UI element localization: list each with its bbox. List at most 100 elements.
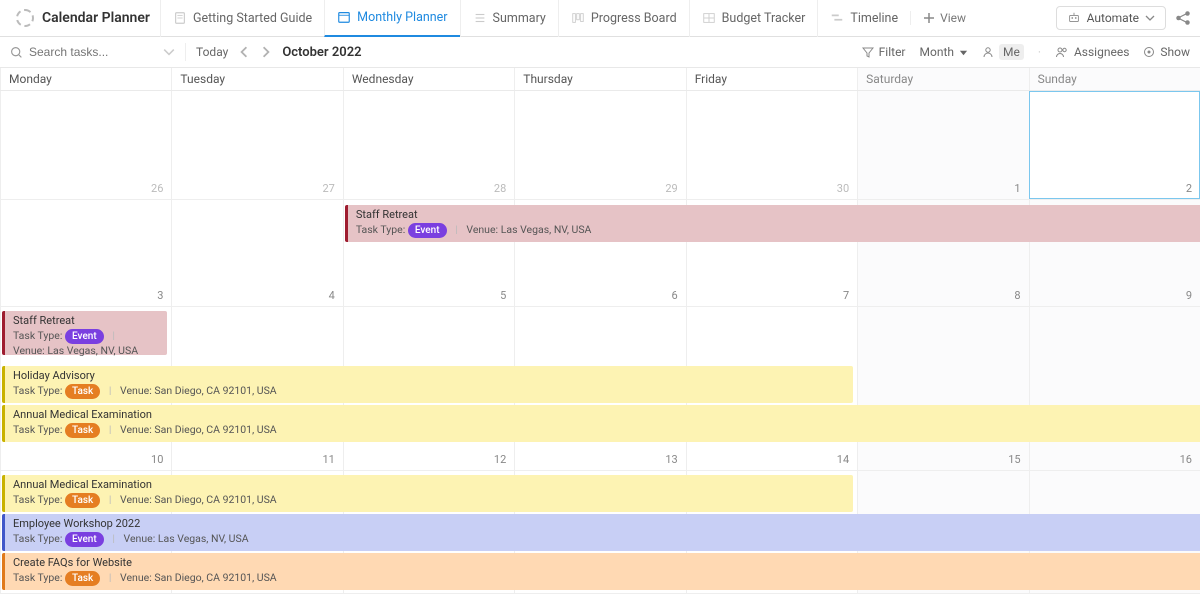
day-header: Tuesday bbox=[171, 68, 342, 90]
task-type-label: Task Type: bbox=[13, 329, 62, 342]
day-cell[interactable]: 28 bbox=[343, 91, 514, 199]
filter-label: Filter bbox=[879, 45, 906, 59]
date-number: 27 bbox=[322, 182, 334, 195]
task-type-label: Task Type: bbox=[13, 571, 62, 584]
venue-value: San Diego, CA 92101, USA bbox=[154, 423, 276, 436]
event-staff-retreat[interactable]: Staff Retreat Task Type: Event | Venue: … bbox=[345, 205, 1200, 242]
date-number: 30 bbox=[837, 182, 849, 195]
automate-label: Automate bbox=[1087, 11, 1139, 25]
badge-task: Task bbox=[65, 493, 100, 508]
badge-event: Event bbox=[408, 223, 447, 238]
event-create-faqs[interactable]: Create FAQs for Website Task Type: Task … bbox=[2, 553, 1200, 590]
person-icon bbox=[982, 46, 994, 58]
event-title: Employee Workshop 2022 bbox=[13, 517, 1194, 531]
assignees-button[interactable]: Assignees bbox=[1055, 45, 1129, 59]
event-meta: Task Type: Task | Venue: San Diego, CA 9… bbox=[13, 571, 277, 584]
settings-icon bbox=[1143, 46, 1155, 58]
period-select[interactable]: Month bbox=[920, 45, 968, 59]
tab-progress-board[interactable]: Progress Board bbox=[558, 0, 689, 37]
prev-month-button[interactable] bbox=[238, 46, 250, 58]
filter-icon bbox=[862, 46, 874, 58]
next-month-button[interactable] bbox=[260, 46, 272, 58]
filter-button[interactable]: Filter bbox=[862, 45, 906, 59]
tab-label: Timeline bbox=[850, 11, 898, 26]
date-number: 26 bbox=[151, 182, 163, 195]
me-filter[interactable]: Me bbox=[982, 44, 1024, 60]
show-button[interactable]: Show bbox=[1143, 45, 1190, 59]
timeline-icon bbox=[830, 11, 844, 25]
day-cell[interactable]: 15 bbox=[857, 307, 1028, 470]
day-cell[interactable]: 16 bbox=[1029, 307, 1200, 470]
search-input[interactable] bbox=[29, 45, 139, 59]
date-number: 2 bbox=[1186, 182, 1192, 195]
tab-label: Summary bbox=[493, 11, 546, 26]
week-row: 26 27 28 29 30 1 2 bbox=[0, 91, 1200, 200]
tab-summary[interactable]: Summary bbox=[460, 0, 558, 37]
doc-icon bbox=[173, 11, 187, 25]
event-title: Staff Retreat bbox=[13, 314, 161, 328]
today-button[interactable]: Today bbox=[196, 45, 228, 59]
event-meta: Task Type: Task | Venue: San Diego, CA 9… bbox=[13, 493, 277, 506]
date-number: 13 bbox=[665, 453, 677, 466]
event-title: Annual Medical Examination bbox=[13, 408, 1194, 422]
event-meta: Task Type: Event | Venue: Las Vegas, NV,… bbox=[13, 532, 249, 545]
tab-getting-started[interactable]: Getting Started Guide bbox=[160, 0, 324, 37]
event-annual-medical-cont[interactable]: Annual Medical Examination Task Type: Ta… bbox=[2, 475, 853, 512]
day-cell[interactable]: 29 bbox=[514, 91, 685, 199]
event-title: Create FAQs for Website bbox=[13, 556, 1194, 570]
event-meta: Task Type: Task | Venue: San Diego, CA 9… bbox=[13, 423, 277, 436]
event-meta: Task Type: Task | Venue: San Diego, CA 9… bbox=[13, 384, 277, 397]
date-number: 1 bbox=[1014, 182, 1020, 195]
day-header: Wednesday bbox=[343, 68, 514, 90]
tab-bar: Calendar Planner Getting Started Guide M… bbox=[0, 0, 1200, 37]
badge-task: Task bbox=[65, 423, 100, 438]
day-cell[interactable]: 1 bbox=[857, 91, 1028, 199]
task-type-label: Task Type: bbox=[13, 423, 62, 436]
day-cell-today[interactable]: 2 bbox=[1029, 91, 1200, 199]
event-title: Holiday Advisory bbox=[13, 369, 847, 383]
tab-timeline[interactable]: Timeline bbox=[817, 0, 910, 37]
day-cell[interactable]: 3 bbox=[0, 200, 171, 306]
tab-monthly-planner[interactable]: Monthly Planner bbox=[324, 0, 459, 37]
add-view-label: View bbox=[940, 11, 966, 25]
date-number: 5 bbox=[500, 289, 506, 302]
tab-label: Getting Started Guide bbox=[193, 11, 312, 26]
day-cell[interactable]: 26 bbox=[0, 91, 171, 199]
venue-value: Las Vegas, NV, USA bbox=[47, 344, 138, 357]
current-month-label: October 2022 bbox=[282, 45, 361, 60]
share-icon[interactable] bbox=[1174, 9, 1192, 27]
search-icon bbox=[10, 46, 23, 59]
date-number: 9 bbox=[1186, 289, 1192, 302]
event-meta: Task Type: Event | Venue: Las Vegas, NV,… bbox=[356, 223, 592, 236]
day-headers: Monday Tuesday Wednesday Thursday Friday… bbox=[0, 68, 1200, 91]
event-title: Staff Retreat bbox=[356, 208, 1194, 222]
venue-label: Venue: bbox=[13, 344, 45, 357]
venue-value: Las Vegas, NV, USA bbox=[158, 532, 249, 545]
event-title: Annual Medical Examination bbox=[13, 478, 847, 492]
event-annual-medical[interactable]: Annual Medical Examination Task Type: Ta… bbox=[2, 405, 1200, 442]
date-number: 4 bbox=[329, 289, 335, 302]
date-number: 14 bbox=[837, 453, 849, 466]
add-view-button[interactable]: View bbox=[910, 11, 978, 25]
venue-label: Venue: bbox=[120, 384, 152, 397]
period-label: Month bbox=[920, 45, 954, 59]
day-cell[interactable]: 30 bbox=[686, 91, 857, 199]
venue-label: Venue: bbox=[120, 493, 152, 506]
chevron-down-icon[interactable] bbox=[163, 46, 175, 58]
automate-button[interactable]: Automate bbox=[1056, 6, 1166, 30]
tab-budget-tracker[interactable]: Budget Tracker bbox=[689, 0, 818, 37]
day-header: Sunday bbox=[1029, 68, 1200, 90]
date-number: 8 bbox=[1014, 289, 1020, 302]
tab-label: Monthly Planner bbox=[357, 10, 447, 25]
day-cell[interactable]: 4 bbox=[171, 200, 342, 306]
event-holiday-advisory[interactable]: Holiday Advisory Task Type: Task | Venue… bbox=[2, 366, 853, 403]
date-number: 12 bbox=[494, 453, 506, 466]
date-number: 16 bbox=[1180, 453, 1192, 466]
day-cell[interactable]: 27 bbox=[171, 91, 342, 199]
badge-task: Task bbox=[65, 571, 100, 586]
event-employee-workshop[interactable]: Employee Workshop 2022 Task Type: Event … bbox=[2, 514, 1200, 551]
calendar-icon bbox=[337, 10, 351, 24]
plus-icon bbox=[923, 12, 935, 24]
event-staff-retreat-cont[interactable]: Staff Retreat Task Type: Event | Venue: … bbox=[2, 311, 167, 355]
caret-down-icon bbox=[959, 48, 968, 57]
